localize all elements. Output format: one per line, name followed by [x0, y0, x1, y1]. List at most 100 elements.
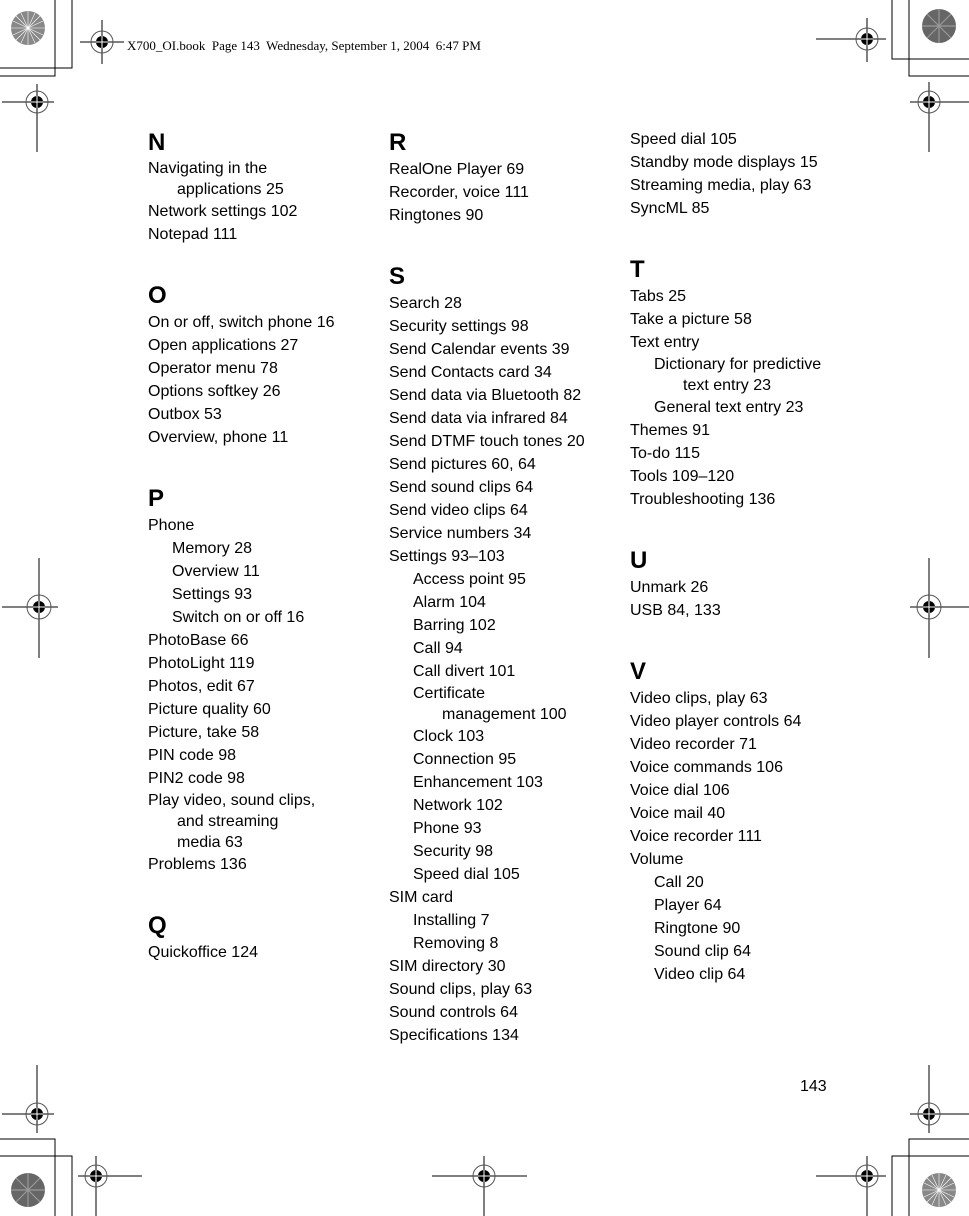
index-entry: Send video clips 64	[389, 502, 528, 519]
index-subentry: Connection 95	[413, 751, 517, 768]
index-entry: Troubleshooting 136	[630, 491, 776, 508]
index-entry: Overview, phone 11	[148, 429, 289, 446]
index-entry: SIM card	[389, 889, 454, 906]
index-entry: Outbox 53	[148, 406, 222, 423]
crop-mark-bottom-right	[889, 1136, 969, 1216]
color-target-icon	[922, 1173, 956, 1207]
index-entry: RealOne Player 69	[389, 161, 525, 178]
index-entry: Search 28	[389, 295, 462, 312]
index-entry: Volume	[630, 851, 684, 868]
index-entry: USB 84, 133	[630, 602, 721, 619]
index-entry: Send data via infrared 84	[389, 410, 568, 427]
index-subentry: Network 102	[413, 797, 503, 814]
index-entry: Service numbers 34	[389, 525, 532, 542]
index-subentry: Call 20	[654, 874, 704, 891]
registration-mark-icon	[0, 80, 60, 152]
index-entry: Security settings 98	[389, 318, 529, 335]
index-entry-text: Navigating in the	[148, 160, 268, 177]
color-target-icon	[11, 1173, 45, 1207]
index-entry: Open applications 27	[148, 337, 299, 354]
index-section: O On or off, switch phone 16 Open applicat…	[148, 281, 378, 449]
index-column-2: R RealOne Player 69 Recorder, voice 111 Rin…	[389, 128, 619, 1047]
index-subentry: Dictionary for predictive text entry 23	[630, 354, 860, 396]
registration-mark-icon	[900, 558, 969, 658]
section-letter-heading: R	[389, 129, 407, 156]
registration-mark-icon	[432, 1156, 536, 1216]
index-subentry: Call divert 101	[413, 663, 516, 680]
index-subentry: Enhancement 103	[413, 774, 543, 791]
print-slug-line: X700_OI.book Page 143 Wednesday, Septemb…	[127, 38, 481, 53]
index-entry: Ringtones 90	[389, 207, 484, 224]
index-column-3: Speed dial 105 Standby mode displays 15 St…	[630, 128, 860, 986]
index-subentry: Video clip 64	[654, 966, 746, 983]
index-section: R RealOne Player 69 Recorder, voice 111 Rin…	[389, 128, 619, 227]
index-subentry: Player 64	[654, 897, 722, 914]
section-letter-heading: P	[148, 485, 165, 512]
index-entry: Navigating in the applications 25	[148, 158, 378, 200]
index-entry: Problems 136	[148, 856, 247, 873]
crop-mark-top-right	[889, 0, 969, 80]
index-entry: Picture, take 58	[148, 724, 260, 741]
index-entry: Tabs 25	[630, 288, 687, 305]
registration-mark-icon	[816, 18, 888, 62]
index-entry: Send Calendar events 39	[389, 341, 570, 358]
registration-mark-icon	[816, 1156, 888, 1216]
index-entry: Tools 109–120	[630, 468, 735, 485]
index-subentry: Ringtone 90	[654, 920, 741, 937]
index-entry: Play video, sound clips, and streaming med…	[148, 790, 378, 853]
section-letter-heading: N	[148, 129, 166, 156]
index-entry: Send data via Bluetooth 82	[389, 387, 582, 404]
index-entry: Take a picture 58	[630, 311, 752, 328]
index-section: Speed dial 105 Standby mode displays 15 St…	[630, 128, 860, 220]
registration-mark-icon	[0, 1065, 60, 1137]
index-entry: SIM directory 30	[389, 958, 506, 975]
index-entry: Sound clips, play 63	[389, 981, 533, 998]
index-entry: Streaming media, play 63	[630, 177, 812, 194]
section-letter-heading: V	[630, 658, 647, 685]
index-entry-text: Certificate	[413, 685, 486, 702]
index-entry: SyncML 85	[630, 200, 710, 217]
index-entry-text: Dictionary for predictive	[654, 356, 822, 373]
index-subentry: Speed dial 105	[413, 866, 520, 883]
index-entry-text: Play video, sound clips,	[148, 792, 316, 809]
index-subentry: Barring 102	[413, 617, 496, 634]
section-letter-heading: S	[389, 263, 406, 290]
index-entry: Send DTMF touch tones 20	[389, 433, 585, 450]
index-entry: Options softkey 26	[148, 383, 281, 400]
index-entry: Specifications 134	[389, 1027, 519, 1044]
section-letter-heading: Q	[148, 912, 167, 939]
index-subentry: Removing 8	[413, 935, 499, 952]
index-section: T Tabs 25 Take a picture 58 Text entry Dicti…	[630, 255, 860, 511]
section-letter-heading: U	[630, 547, 648, 574]
index-subentry: Call 94	[413, 640, 463, 657]
index-section: S Search 28 Security settings 98 Send Calen…	[389, 262, 619, 1047]
index-entry: Sound controls 64	[389, 1004, 518, 1021]
crop-mark-top-left	[0, 0, 80, 80]
index-subentry: Settings 93	[172, 586, 253, 603]
index-entry: Text entry	[630, 334, 700, 351]
registration-mark-icon	[78, 1156, 148, 1216]
index-entry: Unmark 26	[630, 579, 709, 596]
index-entry: Notepad 111	[148, 226, 238, 243]
index-entry: Picture quality 60	[148, 701, 271, 718]
index-subentry: Certificate management 100	[389, 683, 619, 725]
index-entry: PhotoBase 66	[148, 632, 249, 649]
index-entry-continuation: media 63	[177, 834, 243, 851]
index-entry-continuation: applications 25	[177, 181, 284, 198]
section-letter-heading: O	[148, 282, 167, 309]
index-entry: Send pictures 60, 64	[389, 456, 536, 473]
index-entry: Voice mail 40	[630, 805, 726, 822]
index-entry-continuation: management 100	[442, 706, 567, 723]
index-subentry: Installing 7	[413, 912, 490, 929]
index-subentry: Sound clip 64	[654, 943, 751, 960]
index-entry: Video clips, play 63	[630, 690, 768, 707]
index-entry: Phone	[148, 517, 195, 534]
index-entry: Video player controls 64	[630, 713, 802, 730]
index-entry: Settings 93–103	[389, 548, 505, 565]
crop-mark-bottom-left	[0, 1136, 80, 1216]
index-entry: PIN2 code 98	[148, 770, 245, 787]
